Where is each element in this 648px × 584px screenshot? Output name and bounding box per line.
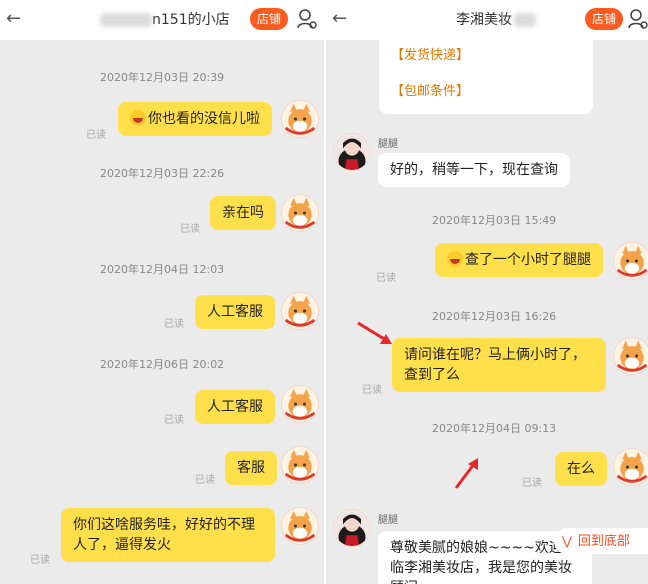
shiba-avatar[interactable] [613,337,648,375]
message-bubble[interactable]: 你也看的没信儿啦 [118,102,272,136]
blurred-shop-name [514,13,536,27]
laughing-emoji-icon [130,110,146,126]
blurred-shop-name [100,13,152,27]
chat-title-text: 李湘美妆 [456,12,512,28]
chat-title: 李湘美妆 [456,9,536,29]
chat-header: ← n151的小店 店铺 [0,0,324,40]
message-bubble[interactable]: 客服 [225,451,277,485]
message-bubble[interactable]: 查了一个小时了腿腿 [435,243,603,277]
shiba-avatar[interactable] [281,292,319,330]
message-bubble[interactable]: 在么 [555,452,607,486]
shop-button[interactable]: 店铺 [585,8,624,30]
right-chat-pane: 【发货快递】 【包邮条件】 ← 李湘美妆 店铺 腿腿 好的，稍等一下，现在查询 … [326,0,648,584]
timestamp: 2020年12月03日 16:26 [432,310,557,323]
agent-message-bubble[interactable]: 好的，稍等一下，现在查询 [378,153,570,187]
timestamp: 2020年12月03日 22:26 [100,167,225,180]
timestamp: 2020年12月04日 12:03 [100,263,225,276]
shipping-link[interactable]: 【发货快递】 [391,44,469,63]
timestamp: 2020年12月03日 15:49 [432,214,557,227]
back-arrow-icon[interactable]: ← [332,6,347,32]
read-status: 已读 [180,224,200,235]
laughing-emoji-icon [447,251,463,267]
shop-button[interactable]: 店铺 [250,8,289,30]
message-text: 查了一个小时了腿腿 [465,252,591,268]
shiba-avatar[interactable] [281,385,319,423]
chat-header: ← 李湘美妆 店铺 [326,0,648,40]
back-arrow-icon[interactable]: ← [6,6,21,32]
read-status: 已读 [362,385,382,396]
agent-avatar[interactable] [333,509,371,547]
read-status: 已读 [30,555,50,566]
read-status: 已读 [376,273,396,284]
message-bubble[interactable]: 你们这啥服务哇，好好的不理人了，逼得发火 [61,508,275,562]
message-bubble[interactable]: 人工客服 [195,295,275,329]
shiba-avatar[interactable] [613,242,648,280]
chat-title: n151的小店 [100,9,230,29]
shiba-avatar[interactable] [281,100,319,138]
read-status: 已读 [164,415,184,426]
shiba-avatar[interactable] [281,194,319,232]
chat-title-text: n151的小店 [152,12,230,28]
double-chevron-down-icon: ⋁ [562,534,572,548]
timestamp: 2020年12月04日 09:13 [432,422,557,435]
timestamp: 2020年12月03日 20:39 [100,71,225,84]
shiba-avatar[interactable] [281,446,319,484]
read-status: 已读 [195,475,215,486]
message-text: 你也看的没信儿啦 [148,111,260,127]
free-shipping-link[interactable]: 【包邮条件】 [391,80,469,99]
scroll-to-bottom-label: 回到底部 [577,534,630,549]
message-bubble[interactable]: 请问谁在呢？马上俩小时了，查到了么 [392,338,606,392]
shiba-avatar[interactable] [613,448,648,486]
shiba-avatar[interactable] [281,507,319,545]
message-bubble[interactable]: 亲在吗 [210,196,276,230]
read-status: 已读 [164,319,184,330]
left-chat-pane: ← n151的小店 店铺 2020年12月03日 20:39 已读 你也看的没信… [0,0,324,584]
scroll-to-bottom-button[interactable]: ⋁ 回到底部 [554,528,648,554]
read-status: 已读 [522,478,542,489]
user-settings-icon[interactable] [627,7,648,31]
read-status: 已读 [86,130,106,141]
message-bubble[interactable]: 人工客服 [195,390,275,424]
agent-name: 腿腿 [378,139,398,150]
agent-name: 腿腿 [378,515,398,526]
timestamp: 2020年12月06日 20:02 [100,358,225,371]
user-settings-icon[interactable] [296,7,318,31]
agent-avatar[interactable] [333,133,371,171]
